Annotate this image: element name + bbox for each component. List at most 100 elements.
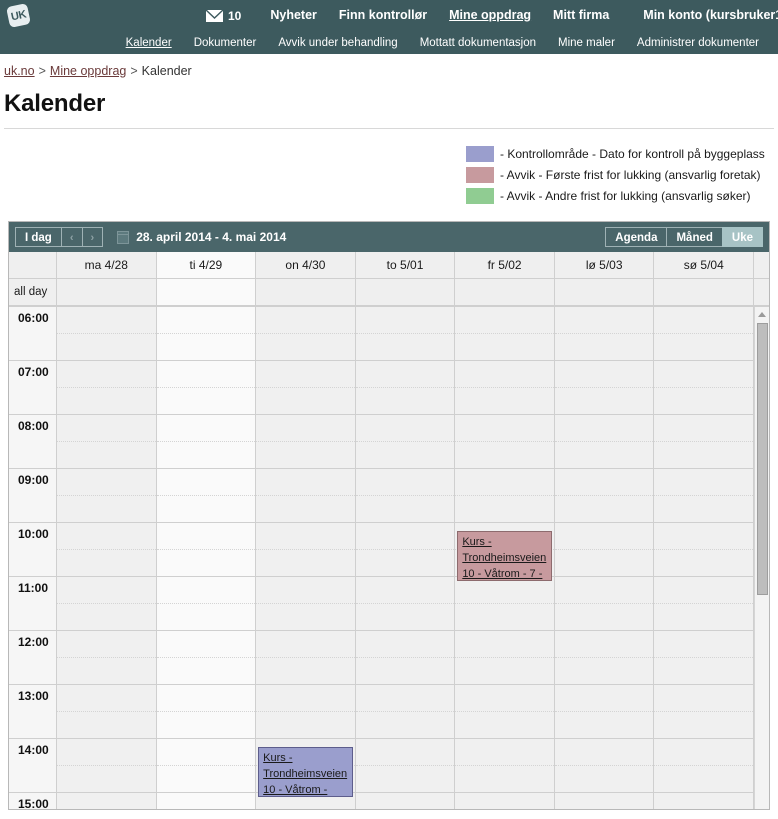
view-button-agenda[interactable]: Agenda bbox=[605, 227, 667, 247]
time-slot[interactable] bbox=[654, 361, 754, 415]
subnav-item-dokumenter[interactable]: Dokumenter bbox=[183, 37, 268, 49]
time-slot[interactable] bbox=[554, 631, 654, 685]
all-day-cell-ma[interactable] bbox=[57, 279, 157, 305]
time-slot[interactable] bbox=[654, 307, 754, 361]
time-slot[interactable] bbox=[555, 793, 654, 809]
time-slot[interactable] bbox=[455, 361, 554, 415]
time-slot[interactable] bbox=[256, 307, 355, 361]
time-slot[interactable] bbox=[654, 793, 753, 809]
all-day-cell-so[interactable] bbox=[654, 279, 755, 305]
day-header-lo[interactable]: lø 5/03 bbox=[554, 252, 655, 278]
time-slot[interactable] bbox=[156, 577, 256, 631]
day-header-on[interactable]: on 4/30 bbox=[256, 252, 356, 278]
nav-item-mine-oppdrag[interactable]: Mine oppdrag bbox=[438, 0, 542, 31]
time-slot[interactable] bbox=[156, 361, 256, 415]
calendar-event-kontrollomrade[interactable]: Kurs - Trondheimsveien 10 - Våtrom - bbox=[258, 747, 353, 797]
time-slot[interactable] bbox=[156, 685, 256, 739]
time-slot[interactable] bbox=[256, 361, 355, 415]
time-slot[interactable] bbox=[355, 307, 455, 361]
view-button-uke[interactable]: Uke bbox=[721, 227, 763, 247]
time-slot[interactable] bbox=[554, 577, 654, 631]
day-column-ma[interactable] bbox=[57, 307, 157, 809]
day-column-fr[interactable]: Kurs - Trondheimsveien 10 - Våtrom - 7 - bbox=[455, 307, 555, 809]
all-day-cell-lo[interactable] bbox=[554, 279, 655, 305]
subnav-item-administrer-dokumenter[interactable]: Administrer dokumenter bbox=[626, 37, 770, 49]
time-slot[interactable] bbox=[554, 469, 654, 523]
nav-item-min-konto[interactable]: Min konto (kursbruker1) bbox=[632, 0, 778, 31]
time-slot[interactable] bbox=[256, 631, 355, 685]
time-slot[interactable] bbox=[455, 577, 554, 631]
time-slot[interactable] bbox=[654, 469, 754, 523]
time-slot[interactable] bbox=[356, 793, 455, 809]
time-slot[interactable] bbox=[554, 361, 654, 415]
day-column-so[interactable] bbox=[654, 307, 755, 809]
time-slot[interactable] bbox=[156, 307, 256, 361]
time-slot[interactable] bbox=[57, 631, 156, 685]
time-slot[interactable] bbox=[455, 631, 554, 685]
nav-item-mitt-firma[interactable]: Mitt firma bbox=[542, 0, 620, 31]
scrollbar-thumb[interactable] bbox=[757, 323, 768, 595]
calendar-event-title[interactable]: Kurs - Trondheimsveien 10 - Våtrom - bbox=[263, 750, 349, 796]
nav-item-finn-kontrollor[interactable]: Finn kontrollør bbox=[328, 0, 438, 31]
time-slot[interactable] bbox=[455, 307, 554, 361]
calendar-vertical-scrollbar[interactable] bbox=[754, 307, 769, 809]
prev-week-button[interactable]: ‹ bbox=[60, 227, 82, 247]
time-slot[interactable] bbox=[256, 577, 355, 631]
today-button[interactable]: I dag bbox=[15, 227, 61, 247]
time-slot[interactable] bbox=[57, 739, 156, 793]
messages-indicator[interactable]: 10 bbox=[205, 8, 241, 23]
time-slot[interactable] bbox=[355, 631, 455, 685]
time-slot[interactable] bbox=[554, 523, 654, 577]
time-slot[interactable] bbox=[156, 739, 256, 793]
time-slot[interactable] bbox=[355, 361, 455, 415]
all-day-cell-fr[interactable] bbox=[455, 279, 555, 305]
time-slot[interactable] bbox=[455, 739, 554, 793]
time-slot[interactable] bbox=[355, 415, 455, 469]
time-slot[interactable] bbox=[256, 685, 355, 739]
time-slot[interactable] bbox=[57, 307, 156, 361]
time-slot[interactable] bbox=[157, 793, 256, 809]
all-day-cell-on[interactable] bbox=[256, 279, 356, 305]
next-week-button[interactable]: › bbox=[81, 227, 104, 247]
time-slot[interactable] bbox=[455, 793, 554, 809]
time-slot[interactable] bbox=[156, 631, 256, 685]
time-slot[interactable] bbox=[355, 523, 455, 577]
all-day-cell-ti[interactable] bbox=[156, 279, 257, 305]
time-slot[interactable] bbox=[57, 577, 156, 631]
time-slot[interactable] bbox=[156, 523, 256, 577]
day-column-ti[interactable] bbox=[156, 307, 257, 809]
day-header-so[interactable]: sø 5/04 bbox=[654, 252, 755, 278]
day-header-ma[interactable]: ma 4/28 bbox=[57, 252, 157, 278]
breadcrumb-link-parent[interactable]: Mine oppdrag bbox=[50, 64, 126, 78]
time-slot[interactable] bbox=[355, 469, 455, 523]
time-slot[interactable] bbox=[57, 685, 156, 739]
site-logo[interactable]: UK bbox=[3, 3, 33, 28]
subnav-item-avvik-under-behandling[interactable]: Avvik under behandling bbox=[267, 37, 408, 49]
time-slot[interactable] bbox=[455, 685, 554, 739]
breadcrumb-link-root[interactable]: uk.no bbox=[4, 64, 35, 78]
time-slot[interactable] bbox=[156, 469, 256, 523]
day-column-to[interactable] bbox=[355, 307, 456, 809]
time-slot[interactable] bbox=[654, 739, 754, 793]
time-slot[interactable] bbox=[256, 415, 355, 469]
all-day-cell-to[interactable] bbox=[355, 279, 456, 305]
time-slot[interactable] bbox=[256, 523, 355, 577]
scroll-up-button[interactable] bbox=[755, 307, 769, 321]
time-slot[interactable] bbox=[57, 793, 156, 809]
time-slot[interactable] bbox=[554, 415, 654, 469]
time-slot[interactable] bbox=[57, 415, 156, 469]
time-slot[interactable] bbox=[554, 685, 654, 739]
time-slot[interactable] bbox=[654, 685, 754, 739]
calendar-event-title[interactable]: Kurs - Trondheimsveien 10 - Våtrom - 7 - bbox=[462, 534, 548, 580]
time-slot[interactable] bbox=[554, 739, 654, 793]
subnav-item-kalender[interactable]: Kalender bbox=[115, 37, 183, 49]
day-header-fr[interactable]: fr 5/02 bbox=[455, 252, 555, 278]
time-slot[interactable] bbox=[57, 469, 156, 523]
time-slot[interactable] bbox=[654, 577, 754, 631]
nav-item-nyheter[interactable]: Nyheter bbox=[259, 0, 328, 31]
time-slot[interactable] bbox=[355, 739, 455, 793]
time-slot[interactable] bbox=[256, 469, 355, 523]
day-column-on[interactable]: Kurs - Trondheimsveien 10 - Våtrom - bbox=[256, 307, 356, 809]
time-slot[interactable] bbox=[654, 415, 754, 469]
day-header-to[interactable]: to 5/01 bbox=[355, 252, 456, 278]
